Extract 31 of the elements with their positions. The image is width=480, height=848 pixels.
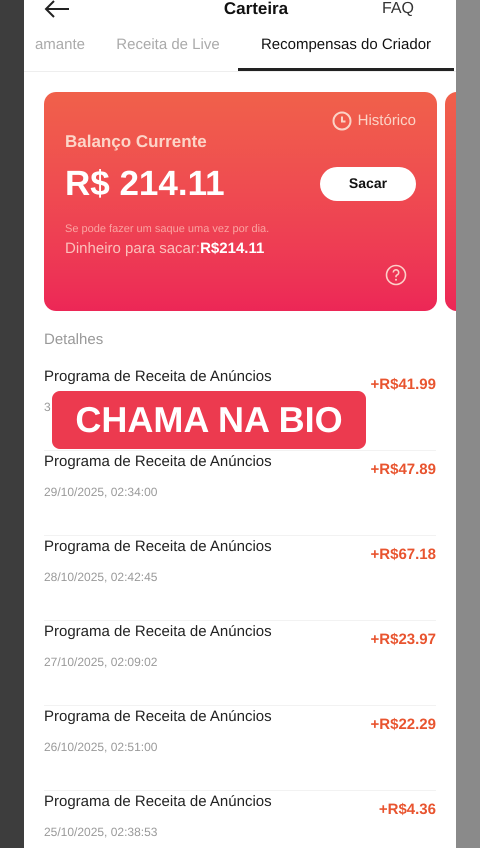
- transaction-amount: +R$47.89: [370, 460, 436, 480]
- transaction-date: 27/10/2025, 02:09:02: [44, 654, 158, 671]
- transaction-date: 3: [44, 399, 51, 416]
- transaction-name: Programa de Receita de Anúncios: [44, 452, 272, 472]
- transaction-date: 25/10/2025, 02:38:53: [44, 824, 158, 841]
- transaction-name: Programa de Receita de Anúncios: [44, 792, 272, 812]
- transaction-amount: +R$67.18: [370, 544, 436, 564]
- transaction-date: 26/10/2025, 02:51:00: [44, 739, 158, 756]
- transaction-name: Programa de Receita de Anúncios: [44, 366, 272, 386]
- transaction-amount: +R$4.36: [378, 800, 436, 820]
- clock-icon: [332, 111, 352, 132]
- balance-amount: R$ 214.11: [65, 166, 225, 201]
- transaction-amount: +R$23.97: [370, 630, 436, 650]
- withdraw-button[interactable]: Sacar: [320, 166, 416, 200]
- available-amount: Dinheiro para sacar:R$214.11: [65, 238, 266, 258]
- overlay-banner: CHAMA NA BIO: [52, 391, 366, 449]
- transaction-name: Programa de Receita de Anúncios: [44, 706, 272, 726]
- section-title: Detalhes: [43, 330, 104, 350]
- balance-label: Balanço Currente: [65, 130, 208, 152]
- transaction-date: 28/10/2025, 02:42:45: [44, 569, 158, 586]
- transaction-amount: +R$22.29: [370, 714, 436, 734]
- help-icon[interactable]: [385, 264, 407, 286]
- transaction-name: Programa de Receita de Anúncios: [44, 622, 272, 642]
- page-title: Carteira: [224, 0, 288, 20]
- transaction-name: Programa de Receita de Anúncios: [44, 536, 272, 556]
- faq-link[interactable]: FAQ: [382, 0, 414, 21]
- transaction-date: 29/10/2025, 02:34:00: [44, 484, 158, 501]
- tab[interactable]: Recompensas do Criador: [238, 34, 454, 71]
- back-arrow-icon[interactable]: [44, 0, 70, 18]
- transaction-amount: +R$41.99: [370, 374, 436, 394]
- withdraw-note: Se pode fazer um saque uma vez por dia.: [65, 222, 270, 237]
